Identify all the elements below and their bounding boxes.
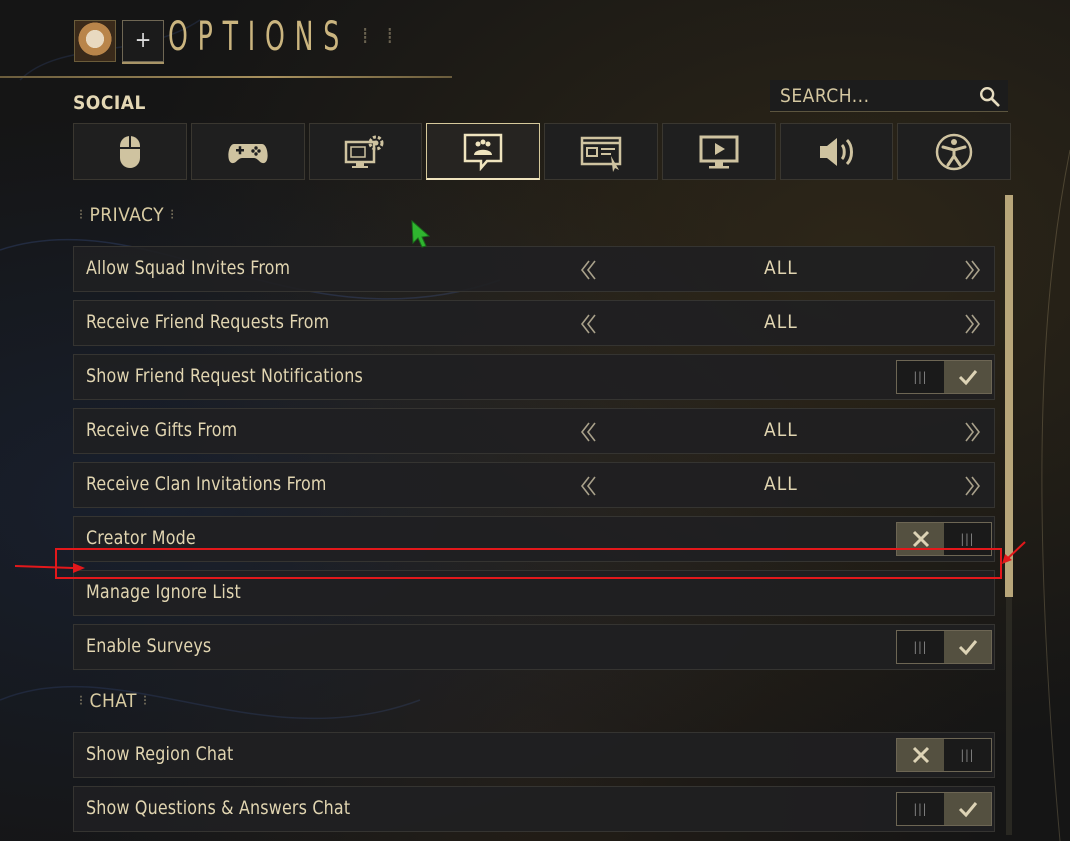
- chevron-left-icon[interactable]: [579, 313, 599, 335]
- setting-label: Show Region Chat: [86, 743, 234, 765]
- setting-label: Receive Friend Requests From: [86, 311, 330, 333]
- scrollbar-thumb[interactable]: [1005, 195, 1013, 597]
- tab-system[interactable]: [308, 123, 423, 180]
- setting-label: Show Questions & Answers Chat: [86, 797, 351, 819]
- toggle-on-side[interactable]: |||: [944, 739, 991, 771]
- setting-row-squad-invites[interactable]: Allow Squad Invites From ALL: [73, 246, 995, 292]
- toggle-switch-on[interactable]: |||: [896, 360, 992, 394]
- privacy-section-header: ⁝ PRIVACY ⁝: [73, 204, 181, 226]
- close-icon: [912, 746, 929, 764]
- bars-icon: |||: [913, 640, 928, 654]
- tab-interface[interactable]: [544, 123, 658, 180]
- bars-icon: |||: [960, 532, 975, 546]
- section-deco-icon: ⁝: [79, 207, 84, 223]
- close-icon: [912, 530, 929, 548]
- mouse-icon: [119, 135, 140, 168]
- arrow-pointer-icon: [1002, 541, 1026, 564]
- setting-row-receive-gifts[interactable]: Receive Gifts From ALL: [73, 408, 995, 454]
- social-chat-icon: [463, 133, 503, 171]
- tab-controller[interactable]: [190, 123, 305, 180]
- chevron-right-icon[interactable]: [962, 259, 982, 281]
- arrow-right-icon: [15, 563, 85, 573]
- accessibility-icon: [935, 133, 973, 170]
- page-title: OPTIONS: [168, 14, 350, 60]
- title-decoration-icon: ⁞ ⁞: [362, 24, 399, 49]
- toggle-on-side[interactable]: [944, 793, 991, 825]
- setting-label: Receive Clan Invitations From: [86, 473, 327, 495]
- category-tabs: [73, 123, 1011, 180]
- chat-title: CHAT: [89, 690, 137, 712]
- gamepad-icon: [228, 143, 268, 163]
- bars-icon: |||: [913, 802, 928, 816]
- checkmark-icon: [958, 802, 977, 818]
- setting-value: ALL: [764, 419, 798, 441]
- chevron-left-icon[interactable]: [579, 475, 599, 497]
- setting-value: ALL: [764, 473, 798, 495]
- chevron-left-icon[interactable]: [579, 259, 599, 281]
- display-icon: [699, 135, 739, 168]
- setting-value: ALL: [764, 257, 798, 279]
- chat-section-header: ⁝ CHAT ⁝: [73, 690, 153, 712]
- toggle-off-side[interactable]: |||: [897, 793, 944, 825]
- setting-value: ALL: [764, 311, 798, 333]
- setting-row-clan-invitations[interactable]: Receive Clan Invitations From ALL: [73, 462, 995, 508]
- audio-icon: [820, 137, 854, 166]
- setting-row-friend-request-notifications[interactable]: Show Friend Request Notifications |||: [73, 354, 995, 400]
- tab-display[interactable]: [661, 123, 776, 180]
- tab-social[interactable]: [426, 123, 540, 180]
- setting-label: Show Friend Request Notifications: [86, 365, 363, 387]
- tab-mouse[interactable]: [73, 123, 187, 180]
- bars-icon: |||: [960, 748, 975, 762]
- chevron-right-icon[interactable]: [962, 421, 982, 443]
- chevron-left-icon[interactable]: [579, 421, 599, 443]
- toggle-switch-on[interactable]: |||: [896, 630, 992, 664]
- toggle-switch-on[interactable]: |||: [896, 792, 992, 826]
- checkmark-icon: [958, 370, 977, 386]
- tab-accessibility[interactable]: [897, 123, 1011, 180]
- section-title: SOCIAL: [73, 92, 146, 114]
- header-divider: [0, 76, 452, 78]
- search-input[interactable]: SEARCH...: [770, 80, 1008, 112]
- chevron-right-icon[interactable]: [962, 475, 982, 497]
- player-avatar[interactable]: [74, 20, 116, 62]
- interface-icon: [580, 136, 622, 172]
- checkmark-icon: [958, 640, 977, 656]
- toggle-on-side[interactable]: [944, 361, 991, 393]
- privacy-title: PRIVACY: [89, 204, 165, 226]
- cursor-icon: [411, 220, 431, 248]
- setting-label: Manage Ignore List: [86, 581, 241, 603]
- setting-label: Creator Mode: [86, 527, 196, 549]
- search-placeholder: SEARCH...: [780, 85, 870, 107]
- highlight-box: [55, 548, 1002, 579]
- search-icon[interactable]: [978, 85, 1000, 107]
- add-button[interactable]: +: [122, 20, 164, 64]
- setting-label: Allow Squad Invites From: [86, 257, 291, 279]
- setting-row-friend-requests[interactable]: Receive Friend Requests From ALL: [73, 300, 995, 346]
- toggle-off-side[interactable]: |||: [897, 631, 944, 663]
- tab-audio[interactable]: [779, 123, 894, 180]
- section-deco-icon: ⁝: [142, 693, 148, 709]
- section-deco-icon: ⁝: [170, 207, 175, 223]
- setting-row-region-chat[interactable]: Show Region Chat |||: [73, 732, 995, 778]
- setting-label: Enable Surveys: [86, 635, 212, 657]
- toggle-off-side[interactable]: [897, 739, 944, 771]
- setting-row-qa-chat[interactable]: Show Questions & Answers Chat |||: [73, 786, 995, 832]
- section-deco-icon: ⁝: [79, 693, 84, 709]
- chevron-right-icon[interactable]: [962, 313, 982, 335]
- system-settings-icon: [345, 135, 384, 168]
- setting-label: Receive Gifts From: [86, 419, 238, 441]
- toggle-off-side[interactable]: |||: [897, 361, 944, 393]
- toggle-switch-off[interactable]: |||: [896, 738, 992, 772]
- toggle-on-side[interactable]: [944, 631, 991, 663]
- bars-icon: |||: [913, 370, 928, 384]
- setting-row-enable-surveys[interactable]: Enable Surveys |||: [73, 624, 995, 670]
